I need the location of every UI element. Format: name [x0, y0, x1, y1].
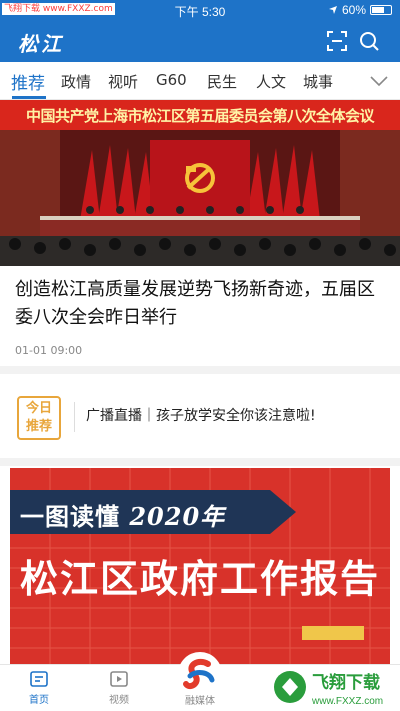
tab-g60[interactable]: G60 [156, 71, 187, 89]
battery-percent: 60% [341, 3, 366, 17]
poster-subtitle-prefix: 一图读懂 [20, 503, 130, 531]
media-logo-icon[interactable] [178, 652, 222, 696]
watermark-url: www.FXXZ.com [311, 696, 383, 707]
nav-media-label[interactable]: 融媒体 [170, 692, 230, 707]
hero-image[interactable]: 中国共产党上海市松江区第五届委员会第八次全体会议 [0, 100, 400, 266]
meeting-hall-illustration [0, 130, 400, 266]
tab-city[interactable]: 城事 [303, 71, 333, 92]
tab-culture[interactable]: 人文 [256, 71, 286, 92]
news-date: 01-01 09:00 [15, 344, 83, 357]
channel-tabs: 推荐 政情 视听 G60 民生 人文 城事 [0, 62, 400, 100]
scan-icon[interactable] [326, 30, 348, 52]
app-logo: 松江 [18, 32, 64, 56]
today-recommend[interactable]: 今日 推荐 广播直播｜孩子放学安全你该注意啦! [0, 374, 400, 458]
chevron-down-icon[interactable] [370, 74, 388, 88]
battery-icon [370, 5, 392, 15]
poster-band-tip [270, 490, 296, 534]
status-right: 60% [328, 3, 392, 17]
video-icon [110, 671, 128, 687]
active-tab-indicator [12, 96, 46, 99]
tab-recommend[interactable]: 推荐 [11, 69, 45, 94]
report-poster[interactable]: 一图读懂 2020年 松江区政府工作报告 [10, 468, 390, 664]
nav-home-label: 首页 [29, 695, 49, 706]
watermark-text: 飞翔下载 [312, 672, 380, 693]
today-recommend-badge: 今日 推荐 [17, 396, 61, 440]
news-headline[interactable]: 创造松江高质量发展逆势飞扬新奇迹，五届区委八次全会昨日举行 [15, 276, 390, 332]
poster-title: 松江区政府工作报告 [19, 557, 380, 601]
location-icon [328, 6, 337, 14]
badge-line-1: 今日 [25, 401, 52, 416]
app-header: 松江 [0, 20, 400, 62]
tab-livelihood[interactable]: 民生 [207, 71, 237, 92]
status-bar: 飞翔下载 www.FXXZ.com 下午 5:30 60% [0, 0, 400, 20]
poster-year: 2020年 [129, 502, 226, 531]
section-divider [0, 458, 400, 466]
badge-line-2: 推荐 [25, 419, 52, 434]
tab-politics[interactable]: 政情 [61, 71, 91, 92]
nav-home[interactable]: 首页 [9, 669, 69, 706]
nav-video[interactable]: 视频 [89, 669, 149, 706]
divider [74, 402, 75, 432]
watermark-logo: 飞翔下载 www.FXXZ.com [274, 671, 383, 707]
ruler-decoration [302, 626, 364, 640]
hero-banner-text: 中国共产党上海市松江区第五届委员会第八次全体会议 [25, 107, 375, 125]
nav-video-label: 视频 [109, 695, 129, 706]
today-recommend-text[interactable]: 广播直播｜孩子放学安全你该注意啦! [86, 405, 316, 425]
section-divider [0, 366, 400, 374]
poster-subtitle: 一图读懂 2020年 [20, 497, 225, 532]
tab-audiovisual[interactable]: 视听 [108, 71, 138, 92]
search-icon[interactable] [358, 30, 380, 52]
home-icon [30, 671, 48, 687]
